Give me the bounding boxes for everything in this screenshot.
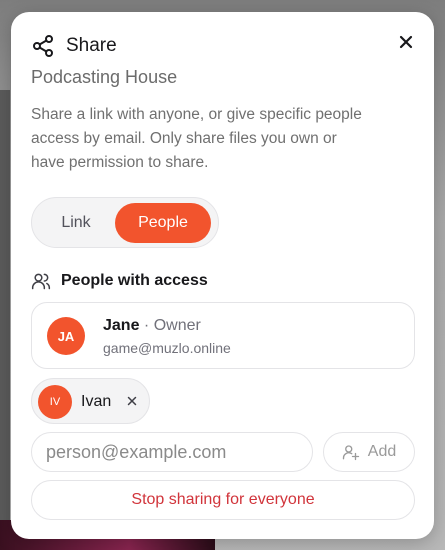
owner-separator: ·	[139, 317, 154, 334]
remove-person-button[interactable]	[123, 392, 141, 410]
add-button[interactable]: Add	[323, 432, 415, 472]
add-person-icon	[342, 445, 359, 461]
dialog-description: Share a link with anyone, or give specif…	[31, 106, 362, 171]
add-button-label: Add	[367, 443, 397, 460]
owner-name: Jane	[103, 317, 140, 334]
dialog-header: Share	[31, 34, 117, 58]
owner-row: JA Jane · Owner game@muzlo.online	[31, 302, 415, 369]
dialog-title: Share	[66, 35, 117, 56]
section-label: People with access	[61, 272, 208, 289]
remove-icon	[127, 396, 137, 406]
email-input[interactable]	[31, 432, 313, 472]
avatar: IV	[38, 385, 72, 419]
share-icon	[33, 35, 53, 57]
stop-sharing-label: Stop sharing for everyone	[131, 491, 315, 508]
pending-person-chip: IV Ivan	[31, 378, 150, 424]
owner-role: Owner	[153, 317, 201, 334]
close-button[interactable]	[394, 30, 418, 54]
dialog-subtitle: Podcasting House	[31, 67, 178, 87]
owner-email: game@muzlo.online	[103, 340, 231, 356]
share-mode-toggle: Link People	[31, 197, 219, 248]
avatar: JA	[47, 317, 85, 355]
toggle-people[interactable]: People	[115, 202, 211, 243]
people-with-access-heading: People with access	[31, 271, 208, 291]
background-content	[0, 90, 10, 530]
owner-name-line: Jane · Owner	[103, 317, 201, 335]
people-icon	[31, 273, 51, 290]
chip-name: Ivan	[81, 393, 112, 410]
share-dialog: Share Podcasting House Share a link with…	[11, 12, 434, 539]
close-icon	[399, 35, 413, 49]
toggle-link[interactable]: Link	[37, 203, 115, 243]
stop-sharing-button[interactable]: Stop sharing for everyone	[31, 480, 415, 520]
